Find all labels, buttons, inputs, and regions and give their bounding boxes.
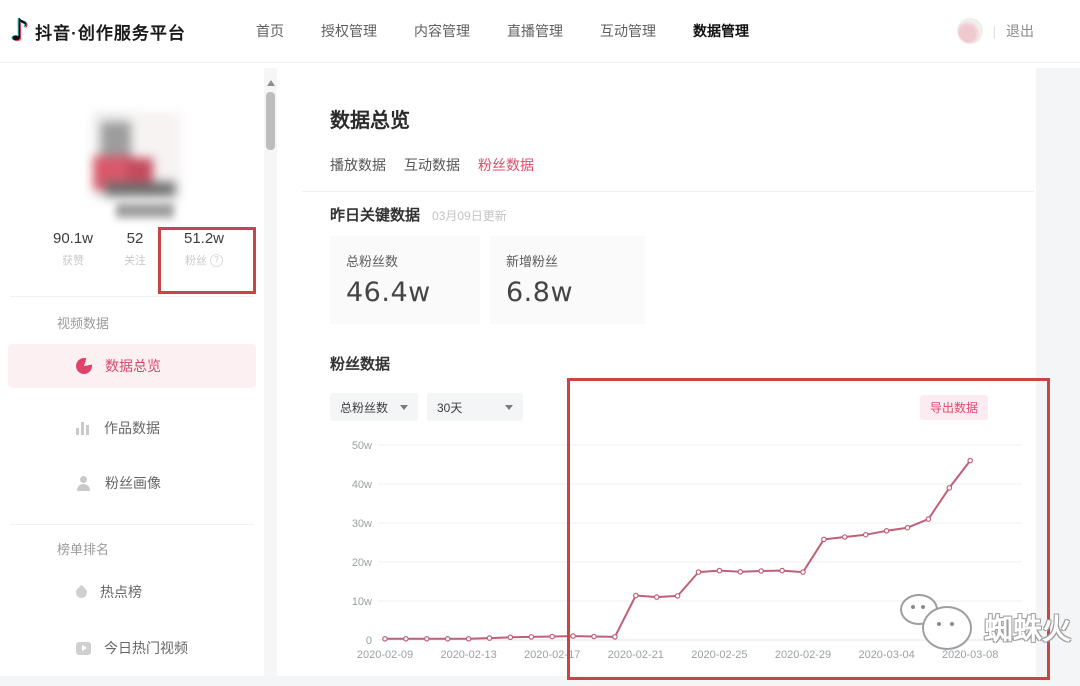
- stat-fans: 51.2w 粉丝 ?: [166, 230, 242, 268]
- scrollbar-up-arrow-icon[interactable]: [267, 80, 275, 86]
- douyin-note-icon: ♪: [10, 16, 29, 46]
- stat-following: 52 关注: [108, 230, 162, 268]
- sidebar-item-label: 热点榜: [100, 582, 142, 602]
- stat-following-label: 关注: [108, 252, 162, 268]
- user-icon: [76, 476, 92, 491]
- top-header: ♪ 抖音·创作服务平台 首页 授权管理 内容管理 直播管理 互动管理 数据管理 …: [0, 0, 1080, 63]
- tab-interaction-data[interactable]: 互动数据: [404, 155, 460, 175]
- key-data-header: 昨日关键数据 03月09日更新: [330, 204, 507, 225]
- svg-text:20w: 20w: [352, 557, 372, 569]
- sidebar-item-label: 数据总览: [105, 356, 161, 376]
- nav-item-live[interactable]: 直播管理: [507, 21, 563, 41]
- sidebar-section-rankings: 榜单排名: [57, 539, 109, 558]
- svg-text:2020-02-21: 2020-02-21: [608, 649, 664, 661]
- fans-section-title: 粉丝数据: [330, 353, 390, 374]
- svg-text:2020-02-25: 2020-02-25: [691, 649, 747, 661]
- page-background-bottom: [0, 676, 1080, 686]
- page-title: 数据总览: [330, 104, 410, 133]
- svg-text:2020-02-09: 2020-02-09: [357, 649, 413, 661]
- svg-text:30w: 30w: [352, 518, 372, 530]
- user-name-blurred: [116, 203, 174, 218]
- svg-text:2020-02-17: 2020-02-17: [524, 649, 580, 661]
- fans-line-chart: 50w 40w 30w 20w 10w 0 2020-02-09 2020-02-13 2020…: [330, 432, 1040, 677]
- stat-likes-value: 90.1w: [40, 230, 106, 247]
- tab-play-data[interactable]: 播放数据: [330, 155, 386, 175]
- card-total-fans: 总粉丝数 46.4w: [330, 236, 480, 324]
- stat-likes-label: 获赞: [40, 252, 106, 268]
- user-avatar-blurred: [93, 112, 181, 200]
- sidebar: 90.1w 获赞 52 关注 51.2w 粉丝 ? 视频数据 数据总览 作品数据…: [0, 68, 264, 676]
- header-account-area: | 退出: [957, 0, 1034, 62]
- nav-item-auth[interactable]: 授权管理: [321, 21, 377, 41]
- pie-chart-icon: [76, 358, 92, 374]
- nav-item-content[interactable]: 内容管理: [414, 21, 470, 41]
- key-data-updated: 03月09日更新: [432, 207, 507, 224]
- nav-item-data[interactable]: 数据管理: [693, 21, 749, 41]
- sidebar-item-hot-list[interactable]: 热点榜: [8, 570, 256, 614]
- range-select-value: 30天: [437, 399, 462, 416]
- video-icon: [76, 642, 91, 655]
- metric-select[interactable]: 总粉丝数: [330, 393, 418, 421]
- sidebar-item-label: 粉丝画像: [105, 473, 161, 493]
- svg-text:50w: 50w: [352, 440, 372, 452]
- svg-text:0: 0: [366, 635, 372, 647]
- sidebar-item-label: 今日热门视频: [104, 638, 188, 658]
- svg-text:2020-03-04: 2020-03-04: [858, 649, 914, 661]
- chevron-down-icon: [505, 405, 513, 410]
- douyin-creator-platform: ♪ 抖音·创作服务平台 首页 授权管理 内容管理 直播管理 互动管理 数据管理 …: [0, 0, 1080, 686]
- tabs-divider: [302, 191, 1034, 192]
- sidebar-divider: [10, 296, 254, 297]
- sidebar-item-today-hot-videos[interactable]: 今日热门视频: [8, 626, 256, 670]
- metric-select-value: 总粉丝数: [340, 399, 388, 416]
- header-avatar[interactable]: [957, 18, 983, 44]
- fans-chart-svg: 50w 40w 30w 20w 10w 0 2020-02-09 2020-02-13 2020…: [330, 432, 1040, 677]
- page-background-right: [1036, 68, 1080, 686]
- svg-text:2020-03-08: 2020-03-08: [942, 649, 998, 661]
- data-tabs: 播放数据 互动数据 粉丝数据: [330, 155, 534, 175]
- svg-text:2020-02-13: 2020-02-13: [440, 649, 496, 661]
- stat-fans-label-text: 粉丝: [185, 252, 207, 268]
- main-nav: 首页 授权管理 内容管理 直播管理 互动管理 数据管理: [256, 0, 749, 62]
- brand-logo[interactable]: ♪ 抖音·创作服务平台: [10, 0, 186, 62]
- bar-chart-icon: [76, 422, 91, 435]
- card-label: 新增粉丝: [506, 251, 629, 270]
- chevron-down-icon: [400, 405, 408, 410]
- stat-fans-value: 51.2w: [166, 230, 242, 247]
- tab-fans-data[interactable]: 粉丝数据: [478, 155, 534, 175]
- sidebar-item-works-data[interactable]: 作品数据: [8, 406, 256, 450]
- svg-text:2020-02-29: 2020-02-29: [775, 649, 831, 661]
- scrollbar-thumb[interactable]: [266, 92, 275, 150]
- nav-item-interaction[interactable]: 互动管理: [600, 21, 656, 41]
- card-label: 总粉丝数: [346, 251, 464, 270]
- stat-following-value: 52: [108, 230, 162, 247]
- stat-likes: 90.1w 获赞: [40, 230, 106, 268]
- card-value: 46.4w: [346, 277, 464, 308]
- svg-text:40w: 40w: [352, 479, 372, 491]
- sidebar-section-video-data: 视频数据: [57, 313, 109, 332]
- brand-title: 抖音·创作服务平台: [35, 19, 186, 44]
- range-select[interactable]: 30天: [427, 393, 523, 421]
- header-divider: |: [993, 24, 996, 39]
- help-icon[interactable]: ?: [210, 254, 223, 267]
- svg-text:10w: 10w: [352, 596, 372, 608]
- card-new-fans: 新增粉丝 6.8w: [490, 236, 645, 324]
- stat-fans-label: 粉丝 ?: [166, 252, 242, 268]
- sidebar-item-data-overview[interactable]: 数据总览: [8, 344, 256, 388]
- key-data-title: 昨日关键数据: [330, 204, 420, 225]
- sidebar-divider: [10, 524, 254, 525]
- sidebar-item-label: 作品数据: [104, 418, 160, 438]
- sidebar-scrollbar[interactable]: [264, 68, 277, 676]
- logout-button[interactable]: 退出: [1006, 21, 1034, 41]
- export-data-button[interactable]: 导出数据: [920, 395, 988, 420]
- nav-item-home[interactable]: 首页: [256, 21, 284, 41]
- flame-icon: [74, 584, 90, 600]
- sidebar-item-fan-portrait[interactable]: 粉丝画像: [8, 461, 256, 505]
- card-value: 6.8w: [506, 277, 629, 308]
